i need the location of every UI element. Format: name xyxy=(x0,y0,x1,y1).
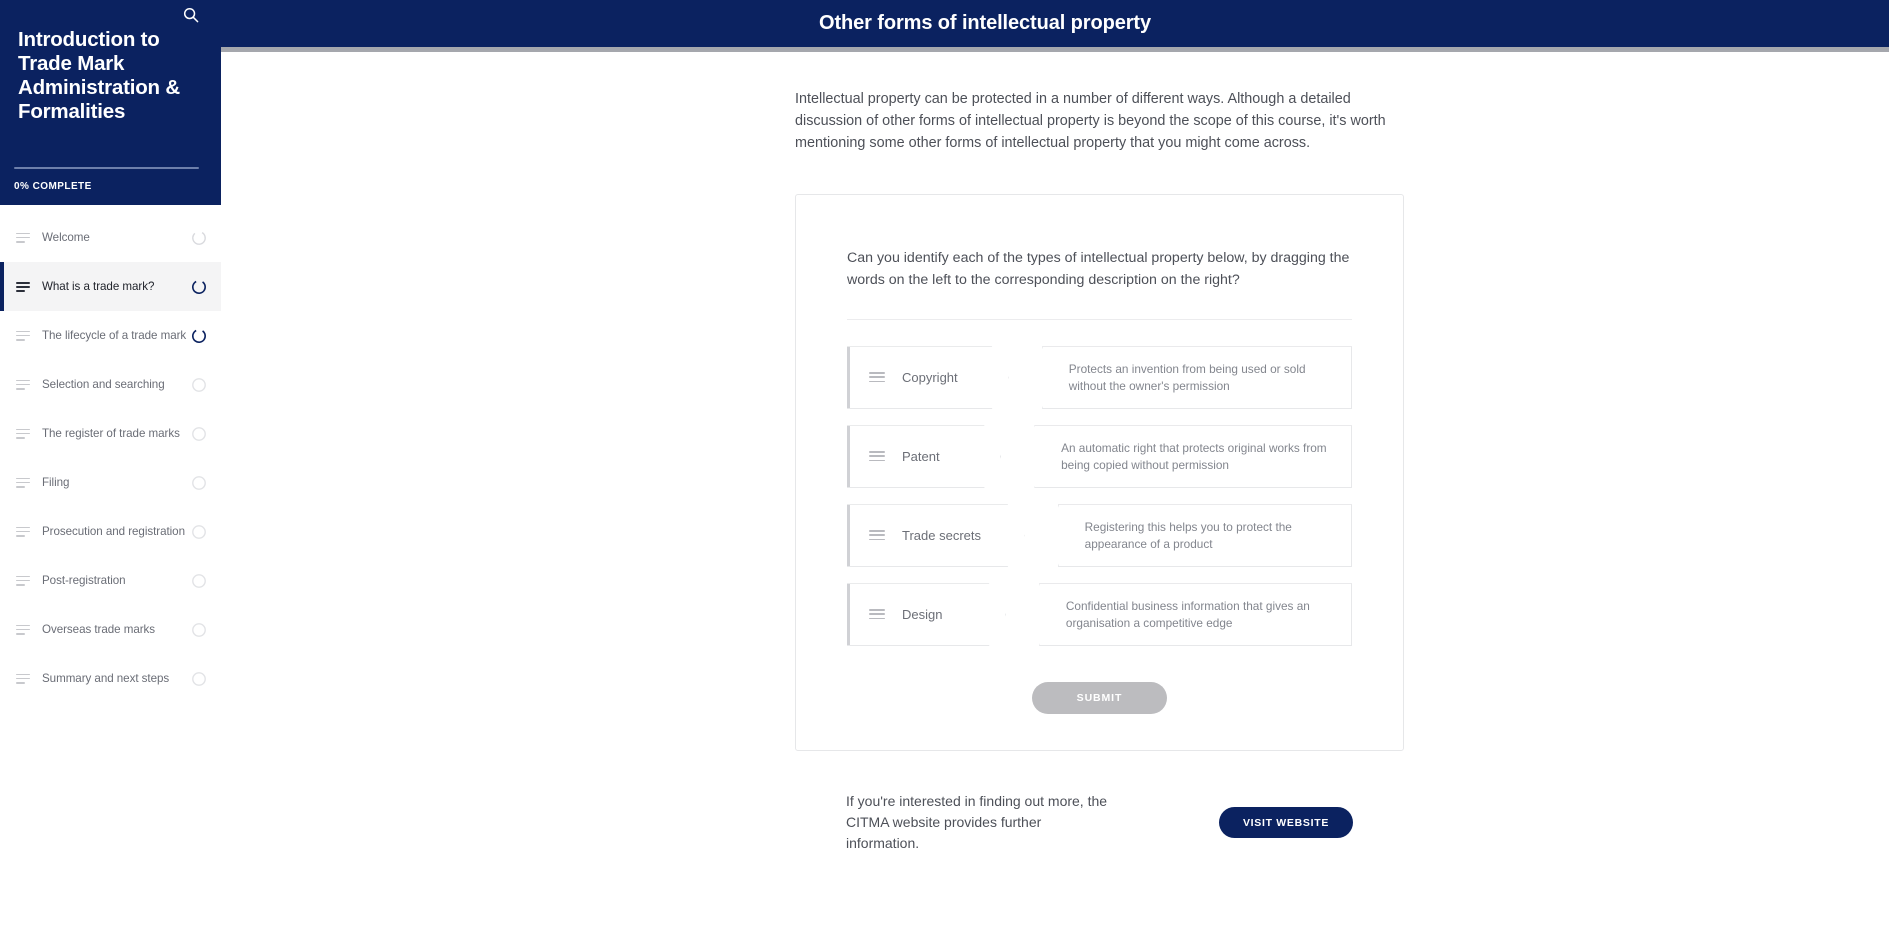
draggable-term-copyright[interactable]: Copyright xyxy=(847,346,1009,409)
lesson-lines-icon xyxy=(16,574,31,588)
progress-bar xyxy=(14,167,199,169)
match-row: Copyright Protects an invention from bei… xyxy=(847,346,1352,410)
lesson-lines-icon xyxy=(16,378,31,392)
sidebar-item-prosecution-and-registration[interactable]: Prosecution and registration xyxy=(0,507,221,556)
drop-target-description[interactable]: Protects an invention from being used or… xyxy=(1041,346,1352,410)
sidebar-item-summary-and-next-steps[interactable]: Summary and next steps xyxy=(0,654,221,703)
sidebar-item-filing[interactable]: Filing xyxy=(0,458,221,507)
drag-handle-icon[interactable] xyxy=(869,372,885,383)
sidebar-header: Introduction to Trade Mark Administratio… xyxy=(0,0,221,205)
drag-handle-icon[interactable] xyxy=(869,609,885,620)
app-root: Introduction to Trade Mark Administratio… xyxy=(0,0,1889,931)
progress-ring-icon xyxy=(191,426,207,442)
sidebar-item-register-of-trade-marks[interactable]: The register of trade marks xyxy=(0,409,221,458)
drag-handle-icon[interactable] xyxy=(869,530,885,541)
lesson-lines-icon xyxy=(16,476,31,490)
sidebar-item-selection-and-searching[interactable]: Selection and searching xyxy=(0,360,221,409)
progress-ring-icon xyxy=(191,377,207,393)
sidebar-item-label: Summary and next steps xyxy=(42,672,170,685)
term-label: Trade secrets xyxy=(902,528,981,544)
lesson-lines-icon xyxy=(16,427,31,441)
drag-handle-icon[interactable] xyxy=(869,451,885,462)
lesson-lines-icon xyxy=(16,525,31,539)
sidebar-item-label: What is a trade mark? xyxy=(42,280,155,293)
search-icon[interactable] xyxy=(180,4,202,26)
lesson-lines-icon xyxy=(16,280,31,294)
progress-ring-icon xyxy=(191,279,207,295)
description-text: Confidential business information that g… xyxy=(1065,598,1310,630)
progress-ring-icon xyxy=(191,328,207,344)
sidebar-item-welcome[interactable]: Welcome xyxy=(0,213,221,262)
draggable-term-design[interactable]: Design xyxy=(847,583,1006,646)
lesson-lines-icon xyxy=(16,672,31,686)
sidebar-item-label: Post-registration xyxy=(42,574,126,587)
sidebar-item-post-registration[interactable]: Post-registration xyxy=(0,556,221,605)
course-sidebar: Introduction to Trade Mark Administratio… xyxy=(0,0,221,931)
progress-ring-icon xyxy=(191,475,207,491)
sidebar-item-label: Prosecution and registration xyxy=(42,525,185,538)
sidebar-item-label: Welcome xyxy=(42,231,90,244)
progress-ring-icon xyxy=(191,622,207,638)
term-label: Patent xyxy=(902,449,940,465)
lesson-lines-icon xyxy=(16,623,31,637)
sidebar-item-overseas-trade-marks[interactable]: Overseas trade marks xyxy=(0,605,221,654)
header-divider xyxy=(221,47,1889,52)
description-text: Protects an invention from being used or… xyxy=(1068,361,1306,393)
term-label: Design xyxy=(902,607,943,623)
course-title: Introduction to Trade Mark Administratio… xyxy=(18,28,180,123)
quiz-question: Can you identify each of the types of in… xyxy=(847,249,1350,289)
progress-ring-icon xyxy=(191,573,207,589)
sidebar-item-label: Filing xyxy=(42,476,70,489)
page-title: Other forms of intellectual property xyxy=(818,12,1151,34)
main-content: Other forms of intellectual property Int… xyxy=(221,0,1889,931)
quiz-divider xyxy=(847,319,1352,321)
drop-target-description[interactable]: An automatic right that protects origina… xyxy=(1034,425,1352,489)
lesson-lines-icon xyxy=(16,231,31,245)
sidebar-item-label: The register of trade marks xyxy=(42,427,180,440)
progress-ring-icon xyxy=(191,230,207,246)
match-row: Design Confidential business information… xyxy=(847,583,1352,647)
progress-label: 0% COMPLETE xyxy=(14,181,92,192)
further-info-block: If you're interested in finding out more… xyxy=(795,791,1404,854)
description-text: Registering this helps you to protect th… xyxy=(1084,519,1292,551)
draggable-term-patent[interactable]: Patent xyxy=(847,425,1001,488)
sidebar-item-lifecycle-of-a-trade-mark[interactable]: The lifecycle of a trade mark xyxy=(0,311,221,360)
submit-row: SUBMIT xyxy=(847,682,1352,715)
lesson-lines-icon xyxy=(16,329,31,343)
visit-website-button[interactable]: VISIT WEBSITE xyxy=(1219,807,1353,839)
drop-target-description[interactable]: Confidential business information that g… xyxy=(1038,583,1352,647)
lesson-body: Intellectual property can be protected i… xyxy=(221,89,1889,854)
matching-quiz-card: Can you identify each of the types of in… xyxy=(795,193,1404,752)
further-info-text: If you're interested in finding out more… xyxy=(846,793,1108,852)
intro-paragraph: Intellectual property can be protected i… xyxy=(795,91,1386,151)
page-header: Other forms of intellectual property xyxy=(221,0,1889,47)
match-row: Patent An automatic right that protects … xyxy=(847,425,1352,489)
sidebar-nav: Welcome What is a trade mark? The lifecy… xyxy=(0,205,221,703)
sidebar-item-what-is-a-trade-mark[interactable]: What is a trade mark? xyxy=(0,262,221,311)
drop-target-description[interactable]: Registering this helps you to protect th… xyxy=(1057,504,1352,568)
sidebar-item-label: Overseas trade marks xyxy=(42,623,156,636)
submit-button[interactable]: SUBMIT xyxy=(1032,682,1167,715)
sidebar-item-label: The lifecycle of a trade mark xyxy=(42,329,187,342)
progress-ring-icon xyxy=(191,671,207,687)
progress-ring-icon xyxy=(191,524,207,540)
sidebar-item-label: Selection and searching xyxy=(42,378,165,391)
match-row: Trade secrets Registering this helps you… xyxy=(847,504,1352,568)
term-label: Copyright xyxy=(902,370,958,386)
draggable-term-trade-secrets[interactable]: Trade secrets xyxy=(847,504,1025,567)
description-text: An automatic right that protects origina… xyxy=(1061,440,1327,472)
matching-rows: Copyright Protects an invention from bei… xyxy=(847,346,1352,647)
